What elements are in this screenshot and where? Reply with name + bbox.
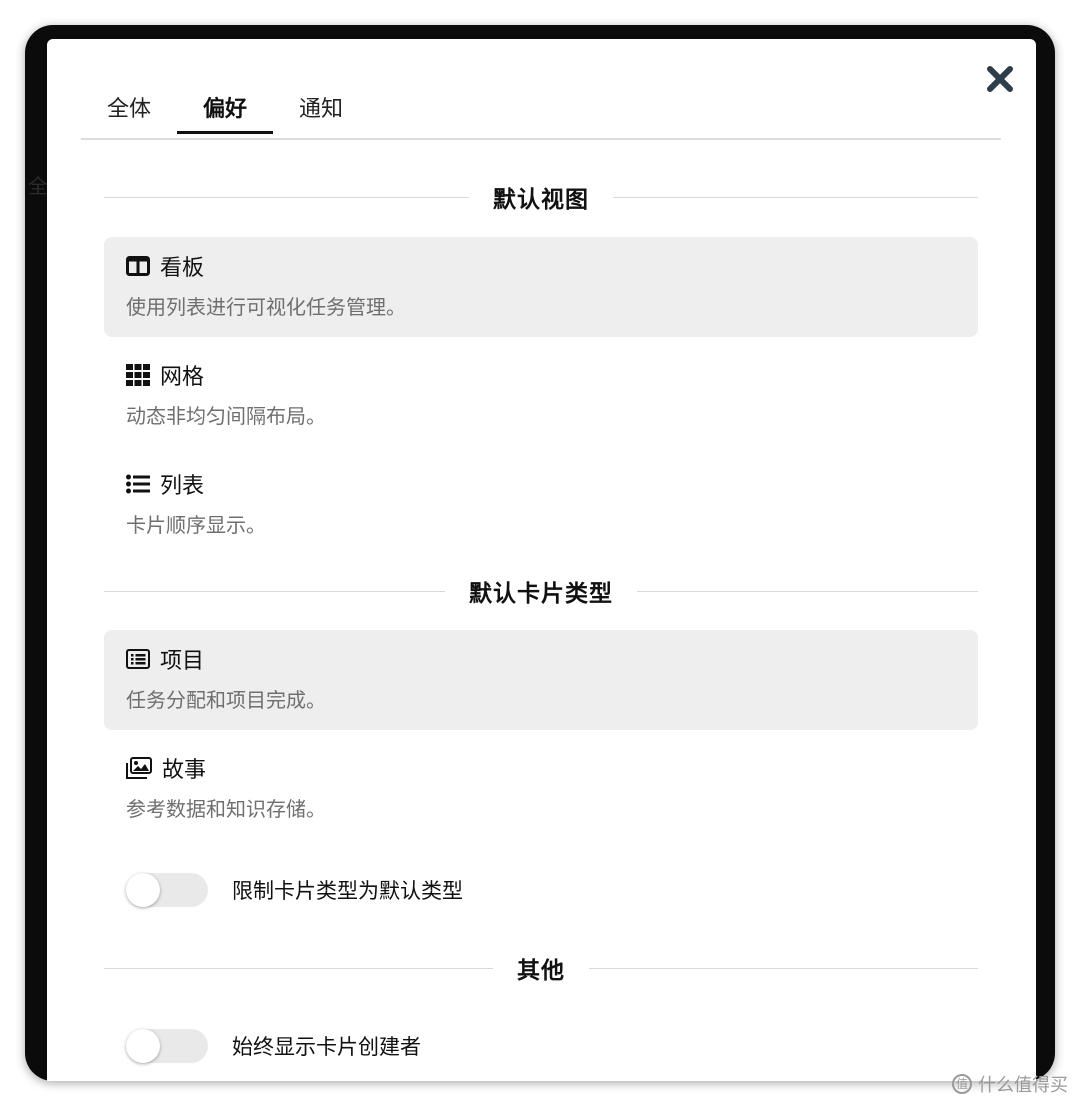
option-item-card[interactable]: 项目 任务分配和项目完成。 (104, 630, 978, 730)
watermark-text: 什么值得买 (978, 1075, 1068, 1096)
option-grid-view[interactable]: 网格 动态非均匀间隔布局。 (104, 346, 978, 446)
show-card-creator-row: 始终显示卡片创建者 (126, 1028, 421, 1064)
section-heading-other: 其他 (104, 951, 978, 985)
tab-notifications[interactable]: 通知 (273, 85, 369, 132)
option-title: 项目 (160, 649, 205, 674)
watermark-logo-icon: 值 (952, 1074, 972, 1094)
option-description: 使用列表进行可视化任务管理。 (126, 295, 406, 319)
toggle-label: 始终显示卡片创建者 (232, 1035, 421, 1059)
option-board-view[interactable]: 看板 使用列表进行可视化任务管理。 (104, 237, 978, 337)
option-title: 网格 (160, 365, 205, 390)
toggle-label: 限制卡片类型为默认类型 (232, 879, 463, 903)
toggle-knob (126, 1029, 160, 1063)
background-text: 全 (28, 174, 48, 198)
option-description: 参考数据和知识存储。 (126, 797, 326, 821)
images-icon (126, 757, 152, 779)
section-heading-default-view: 默认视图 (104, 180, 978, 214)
option-description: 卡片顺序显示。 (126, 513, 266, 537)
tab-bar: 全体 偏好 通知 (81, 85, 1001, 140)
option-description: 动态非均匀间隔布局。 (126, 404, 326, 428)
list-alt-icon (126, 649, 150, 669)
option-title: 看板 (160, 256, 205, 281)
toggle-knob (126, 873, 160, 907)
option-title: 列表 (160, 474, 205, 499)
section-heading-default-card-type: 默认卡片类型 (104, 574, 978, 608)
preferences-dialog: 全体 偏好 通知 默认视图 看板 使用列表进行可视化任务管理。 网格 动态非均匀… (47, 39, 1036, 1081)
columns-icon (126, 256, 150, 276)
watermark: 值 什么值得买 (952, 1070, 1068, 1098)
option-story-card[interactable]: 故事 参考数据和知识存储。 (104, 739, 978, 839)
option-list-view[interactable]: 列表 卡片顺序显示。 (104, 455, 978, 555)
grid-icon (126, 364, 150, 386)
tab-preferences[interactable]: 偏好 (177, 85, 274, 134)
list-icon (126, 474, 150, 494)
tab-general[interactable]: 全体 (81, 85, 177, 132)
option-title: 故事 (162, 758, 207, 783)
option-description: 任务分配和项目完成。 (126, 688, 326, 712)
restrict-card-type-toggle[interactable] (126, 873, 208, 907)
restrict-card-type-row: 限制卡片类型为默认类型 (126, 872, 463, 908)
show-card-creator-toggle[interactable] (126, 1029, 208, 1063)
